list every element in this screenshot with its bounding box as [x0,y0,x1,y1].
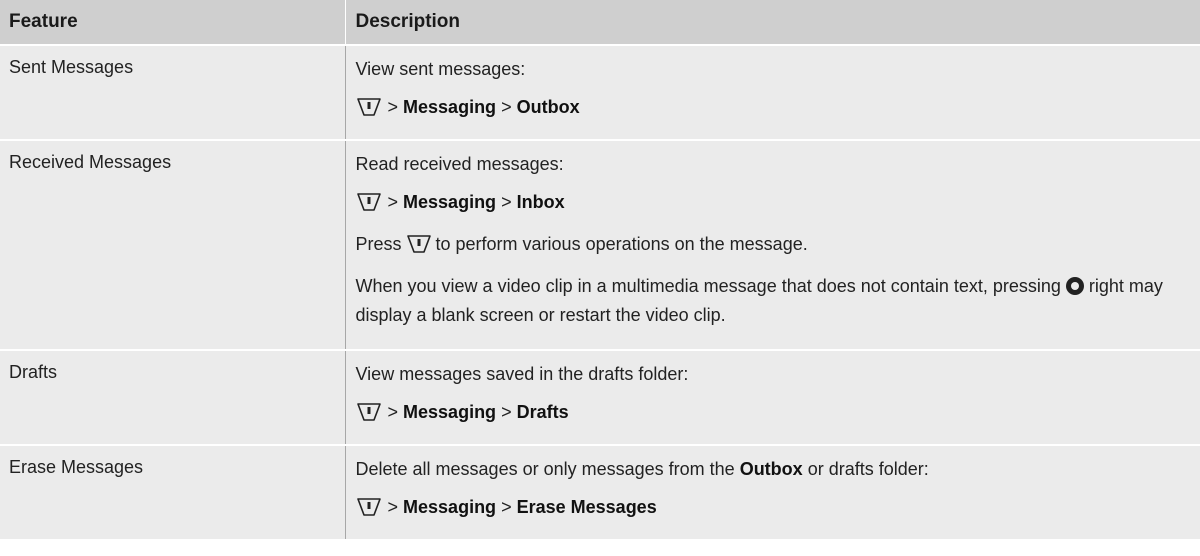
menu-key-icon [356,497,382,523]
intro-text: or drafts folder: [807,459,929,479]
table-row: Erase Messages Delete all messages or on… [0,445,1200,541]
menu-path: > Messaging > Inbox [356,187,1189,221]
path-separator: > [501,402,512,422]
note-text: When you view a video clip in a multimed… [355,276,1061,296]
column-header-description: Description [345,0,1200,46]
path-separator: > [387,402,399,422]
path-separator: > [387,97,399,117]
press-instruction: Press to perform various operations on th… [356,229,1189,263]
description-cell: Delete all messages or only messages fro… [345,445,1200,541]
path-separator: > [387,192,399,212]
menu-key-icon [356,192,382,218]
description-intro: Read received messages: [355,154,564,174]
path-item-erase-messages: Erase Messages [516,497,657,517]
path-item-messaging: Messaging [403,497,497,517]
menu-path: > Messaging > Outbox [356,92,1189,126]
intro-text: Delete all messages or only messages fro… [355,459,735,479]
description-intro: View sent messages: [355,59,526,79]
menu-key-icon [406,234,432,260]
path-item-messaging: Messaging [403,192,497,212]
path-separator: > [387,497,399,517]
table-header-row: Feature Description [0,0,1200,46]
video-note: When you view a video clip in a multimed… [356,271,1189,331]
path-separator: > [501,497,512,517]
menu-path: > Messaging > Erase Messages [356,492,1189,526]
path-item-inbox: Inbox [516,192,565,212]
path-item-messaging: Messaging [403,402,497,422]
table-row: Drafts View messages saved in the drafts… [0,350,1200,446]
outbox-label: Outbox [739,459,803,479]
press-text: to perform various operations on the mes… [435,234,808,254]
path-item-messaging: Messaging [403,97,497,117]
feature-cell: Erase Messages [0,445,346,541]
description-intro: View messages saved in the drafts folder… [355,364,689,384]
path-separator: > [501,97,512,117]
description-cell: View messages saved in the drafts folder… [345,350,1200,446]
menu-key-icon [356,402,382,428]
path-item-drafts: Drafts [516,402,569,422]
column-header-feature: Feature [0,0,346,46]
feature-cell: Drafts [0,350,346,446]
description-cell: Read received messages: > Messaging > In… [345,140,1200,351]
table-row: Received Messages Read received messages… [0,140,1200,351]
menu-key-icon [356,97,382,123]
press-text: Press [355,234,402,254]
description-cell: View sent messages: > Messaging > Outbox [345,45,1200,141]
path-separator: > [501,192,512,212]
feature-table: Feature Description Sent Messages View s… [0,0,1200,541]
table-row: Sent Messages View sent messages: > Mess… [0,45,1200,141]
navigation-key-icon [1065,276,1085,303]
menu-path: > Messaging > Drafts [356,397,1189,431]
feature-cell: Sent Messages [0,45,346,141]
path-item-outbox: Outbox [516,97,580,117]
description-intro: Delete all messages or only messages fro… [356,454,1189,484]
feature-cell: Received Messages [0,140,346,351]
